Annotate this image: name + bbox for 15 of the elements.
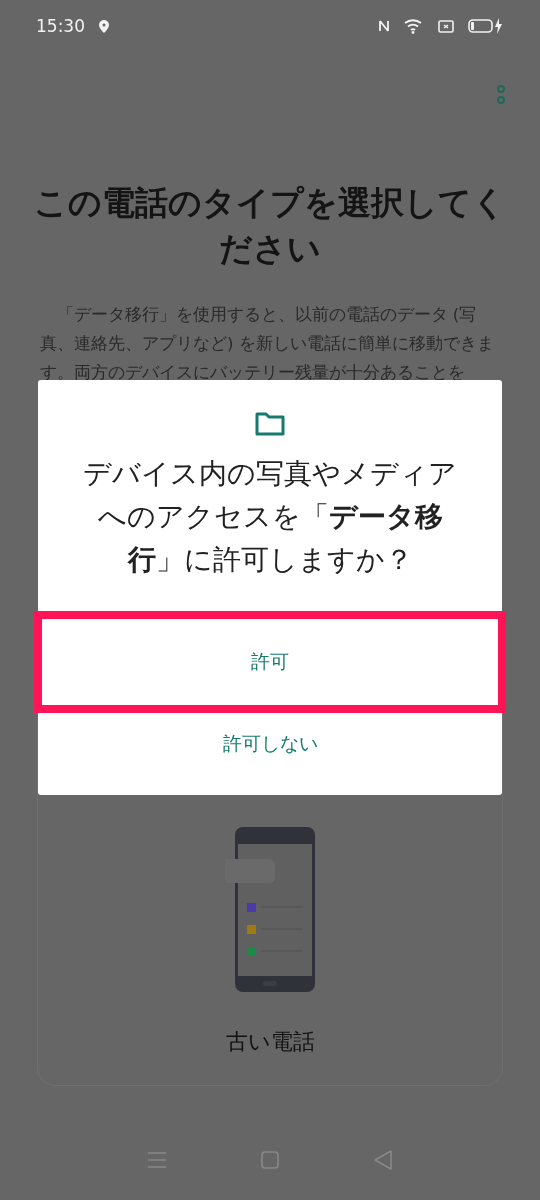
back-icon[interactable]: [373, 1149, 394, 1171]
battery-charging-icon: [468, 18, 504, 34]
status-time: 15:30: [36, 16, 85, 36]
dialog-button[interactable]: 許可しない: [38, 709, 502, 779]
folder-icon: [255, 412, 285, 436]
wifi-icon: [404, 18, 424, 34]
location-pin-icon: [99, 19, 109, 33]
sim-card-icon: [438, 19, 454, 33]
more-options-icon[interactable]: [496, 84, 506, 106]
home-icon[interactable]: [260, 1150, 280, 1170]
page-title: この電話のタイプを選択してください: [33, 182, 507, 270]
dialog-message: デバイス内の写真やメディアへのアクセスを「データ移行」に許可しますか？: [82, 456, 458, 578]
card-label: 古い電話: [225, 1028, 315, 1056]
nfc-icon: [378, 19, 390, 33]
menu-icon[interactable]: [146, 1151, 167, 1169]
